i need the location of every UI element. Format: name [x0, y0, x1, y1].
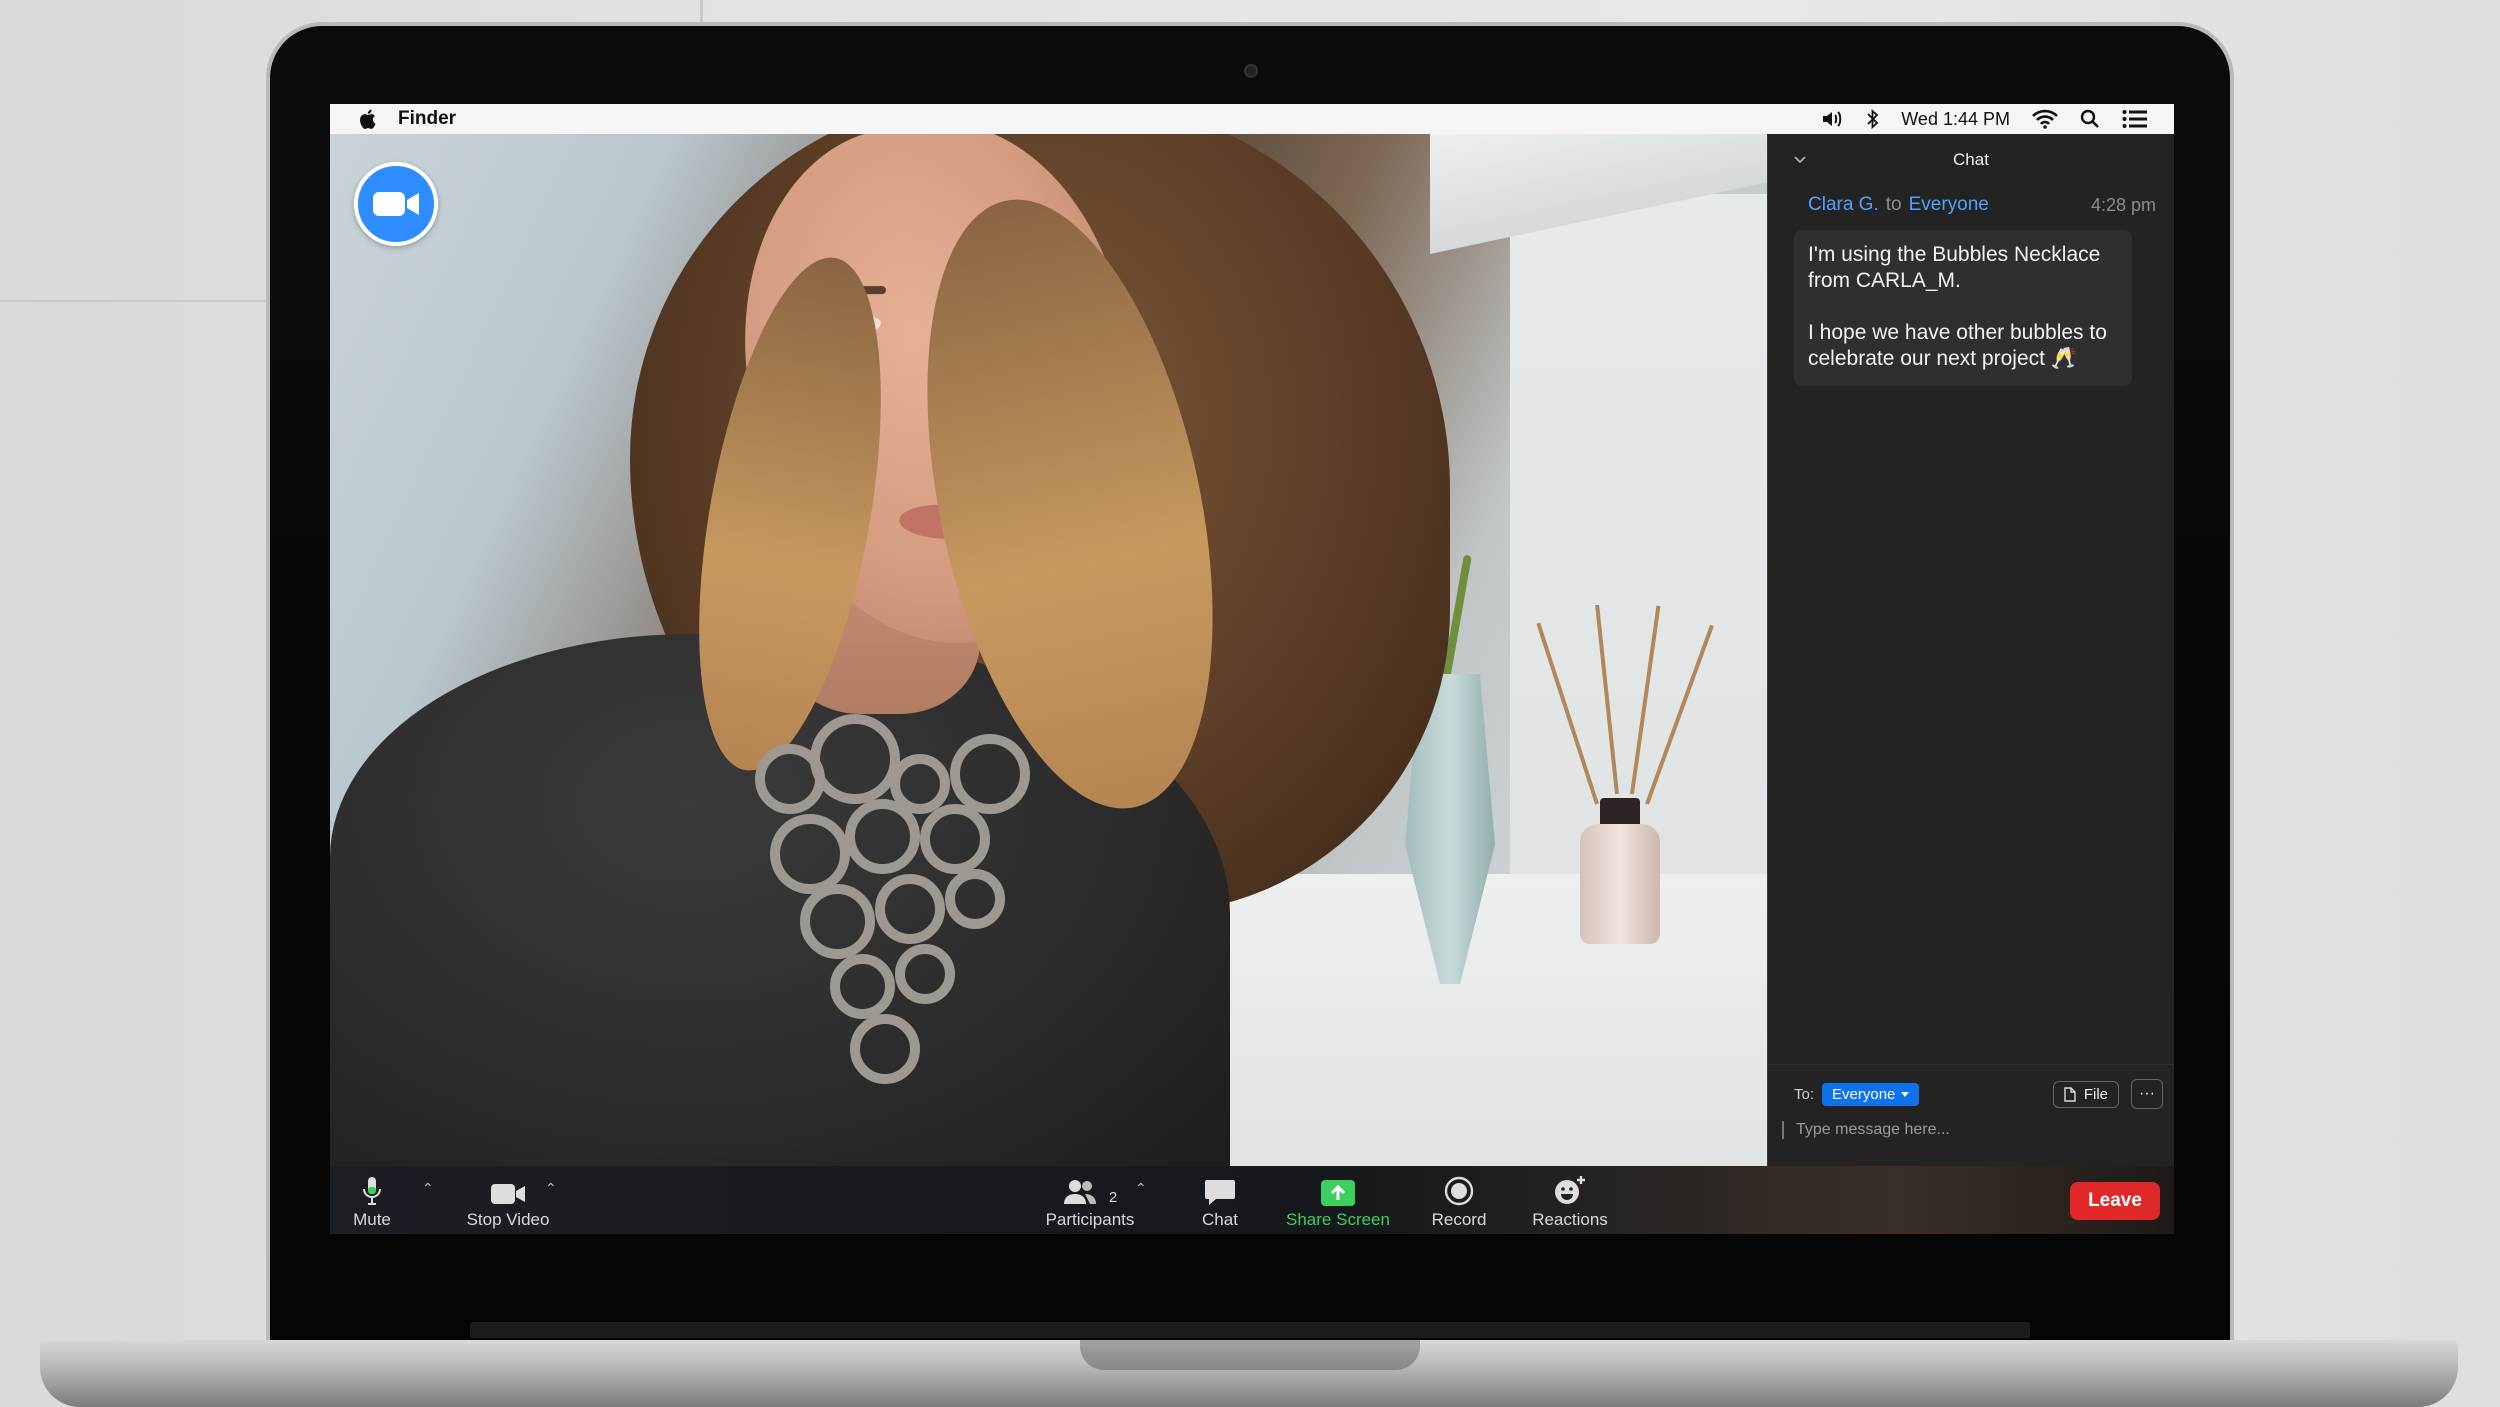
wall-seam [700, 0, 703, 22]
wifi-icon[interactable] [2032, 109, 2058, 129]
spotlight-search-icon[interactable] [2080, 109, 2100, 129]
reactions-button[interactable]: Reactions [1530, 1172, 1610, 1230]
laptop-opening-notch [1080, 1340, 1420, 1370]
reactions-label: Reactions [1532, 1210, 1608, 1229]
participants-count: 2 [1108, 1189, 1118, 1206]
bluetooth-icon[interactable] [1867, 109, 1879, 129]
stop-video-button[interactable]: Stop Video [465, 1172, 551, 1230]
participants-label: Participants [1045, 1210, 1135, 1229]
notification-center-icon[interactable] [2122, 109, 2148, 129]
recipient-row: To: Everyone File ··· [1768, 1065, 2174, 1109]
chevron-down-icon[interactable] [1790, 150, 1810, 170]
share-screen-label: Share Screen [1286, 1210, 1390, 1229]
message-text: I hope we have other bubbles to celebrat… [1808, 321, 2107, 370]
chat-composer: To: Everyone File ··· [1768, 1064, 2174, 1166]
volume-icon[interactable] [1821, 109, 1845, 129]
chat-label: Chat [1202, 1210, 1238, 1229]
video-feed [330, 134, 1767, 1166]
active-app-name[interactable]: Finder [398, 108, 456, 130]
message-meta: Clara G. to Everyone 4:28 pm [1768, 186, 2174, 224]
laptop-hinge [470, 1322, 2030, 1338]
participants-caret-icon[interactable]: ⌃ [1135, 1180, 1147, 1197]
chat-panel: Chat Clara G. to Everyone 4:28 pm I'm us… [1767, 134, 2174, 1166]
webcam [1244, 64, 1258, 78]
meeting-toolbar: Mute ⌃ Stop Video ⌃ 2 Participants ⌃ Cha… [330, 1166, 2174, 1234]
share-screen-icon [1321, 1172, 1355, 1206]
recipient-dropdown[interactable]: Everyone [1822, 1082, 1920, 1106]
zoom-logo-icon [354, 162, 438, 246]
mute-label: Mute [353, 1210, 391, 1229]
record-icon [1444, 1172, 1474, 1206]
recipient-dropdown-value: Everyone [1832, 1085, 1896, 1103]
menu-bar: Finder Wed 1:44 PM [330, 104, 2174, 134]
caret-down-icon [1901, 1091, 1910, 1097]
chat-button[interactable]: Chat [1190, 1172, 1250, 1230]
leave-meeting-button[interactable]: Leave [2070, 1182, 2160, 1220]
chat-bubble-icon [1204, 1172, 1236, 1206]
message-sender[interactable]: Clara G. [1808, 194, 1879, 216]
mute-button[interactable]: Mute [352, 1172, 392, 1230]
file-button[interactable]: File [2052, 1080, 2119, 1108]
chat-title: Chat [1953, 150, 1989, 169]
audio-options-caret-icon[interactable]: ⌃ [422, 1180, 434, 1197]
video-camera-icon [490, 1172, 526, 1206]
stop-video-label: Stop Video [466, 1210, 550, 1229]
wall-seam [0, 300, 266, 302]
menu-clock[interactable]: Wed 1:44 PM [1901, 109, 2010, 130]
message-bubble: I'm using the Bubbles Necklace from CARL… [1794, 230, 2132, 386]
participants-icon: 2 [1063, 1172, 1117, 1206]
record-label: Record [1431, 1210, 1487, 1229]
apple-icon[interactable] [354, 106, 380, 132]
diffuser-bottle [1580, 824, 1660, 944]
message-to-word: to [1885, 194, 1902, 215]
message-input[interactable] [1782, 1121, 2142, 1139]
share-screen-button[interactable]: Share Screen [1280, 1172, 1396, 1230]
message-text: I'm using the Bubbles Necklace from CARL… [1808, 243, 2101, 292]
laptop-screen: Finder Wed 1:44 PM Chat Clara G. to Ever… [330, 104, 2174, 1234]
microphone-icon [361, 1172, 383, 1206]
more-options-button[interactable]: ··· [2131, 1079, 2163, 1109]
participants-button[interactable]: 2 Participants [1040, 1172, 1140, 1230]
menu-bar-status: Wed 1:44 PM [1821, 109, 2174, 130]
record-button[interactable]: Record [1424, 1172, 1494, 1230]
chat-header: Chat [1768, 134, 2174, 186]
message-recipient: Everyone [1908, 194, 1989, 215]
file-icon [2064, 1086, 2076, 1102]
file-button-label: File [2083, 1085, 2108, 1103]
video-options-caret-icon[interactable]: ⌃ [545, 1180, 557, 1197]
emoji-plus-icon [1553, 1172, 1587, 1206]
message-time: 4:28 pm [2090, 194, 2156, 215]
to-label: To: [1794, 1085, 1815, 1103]
